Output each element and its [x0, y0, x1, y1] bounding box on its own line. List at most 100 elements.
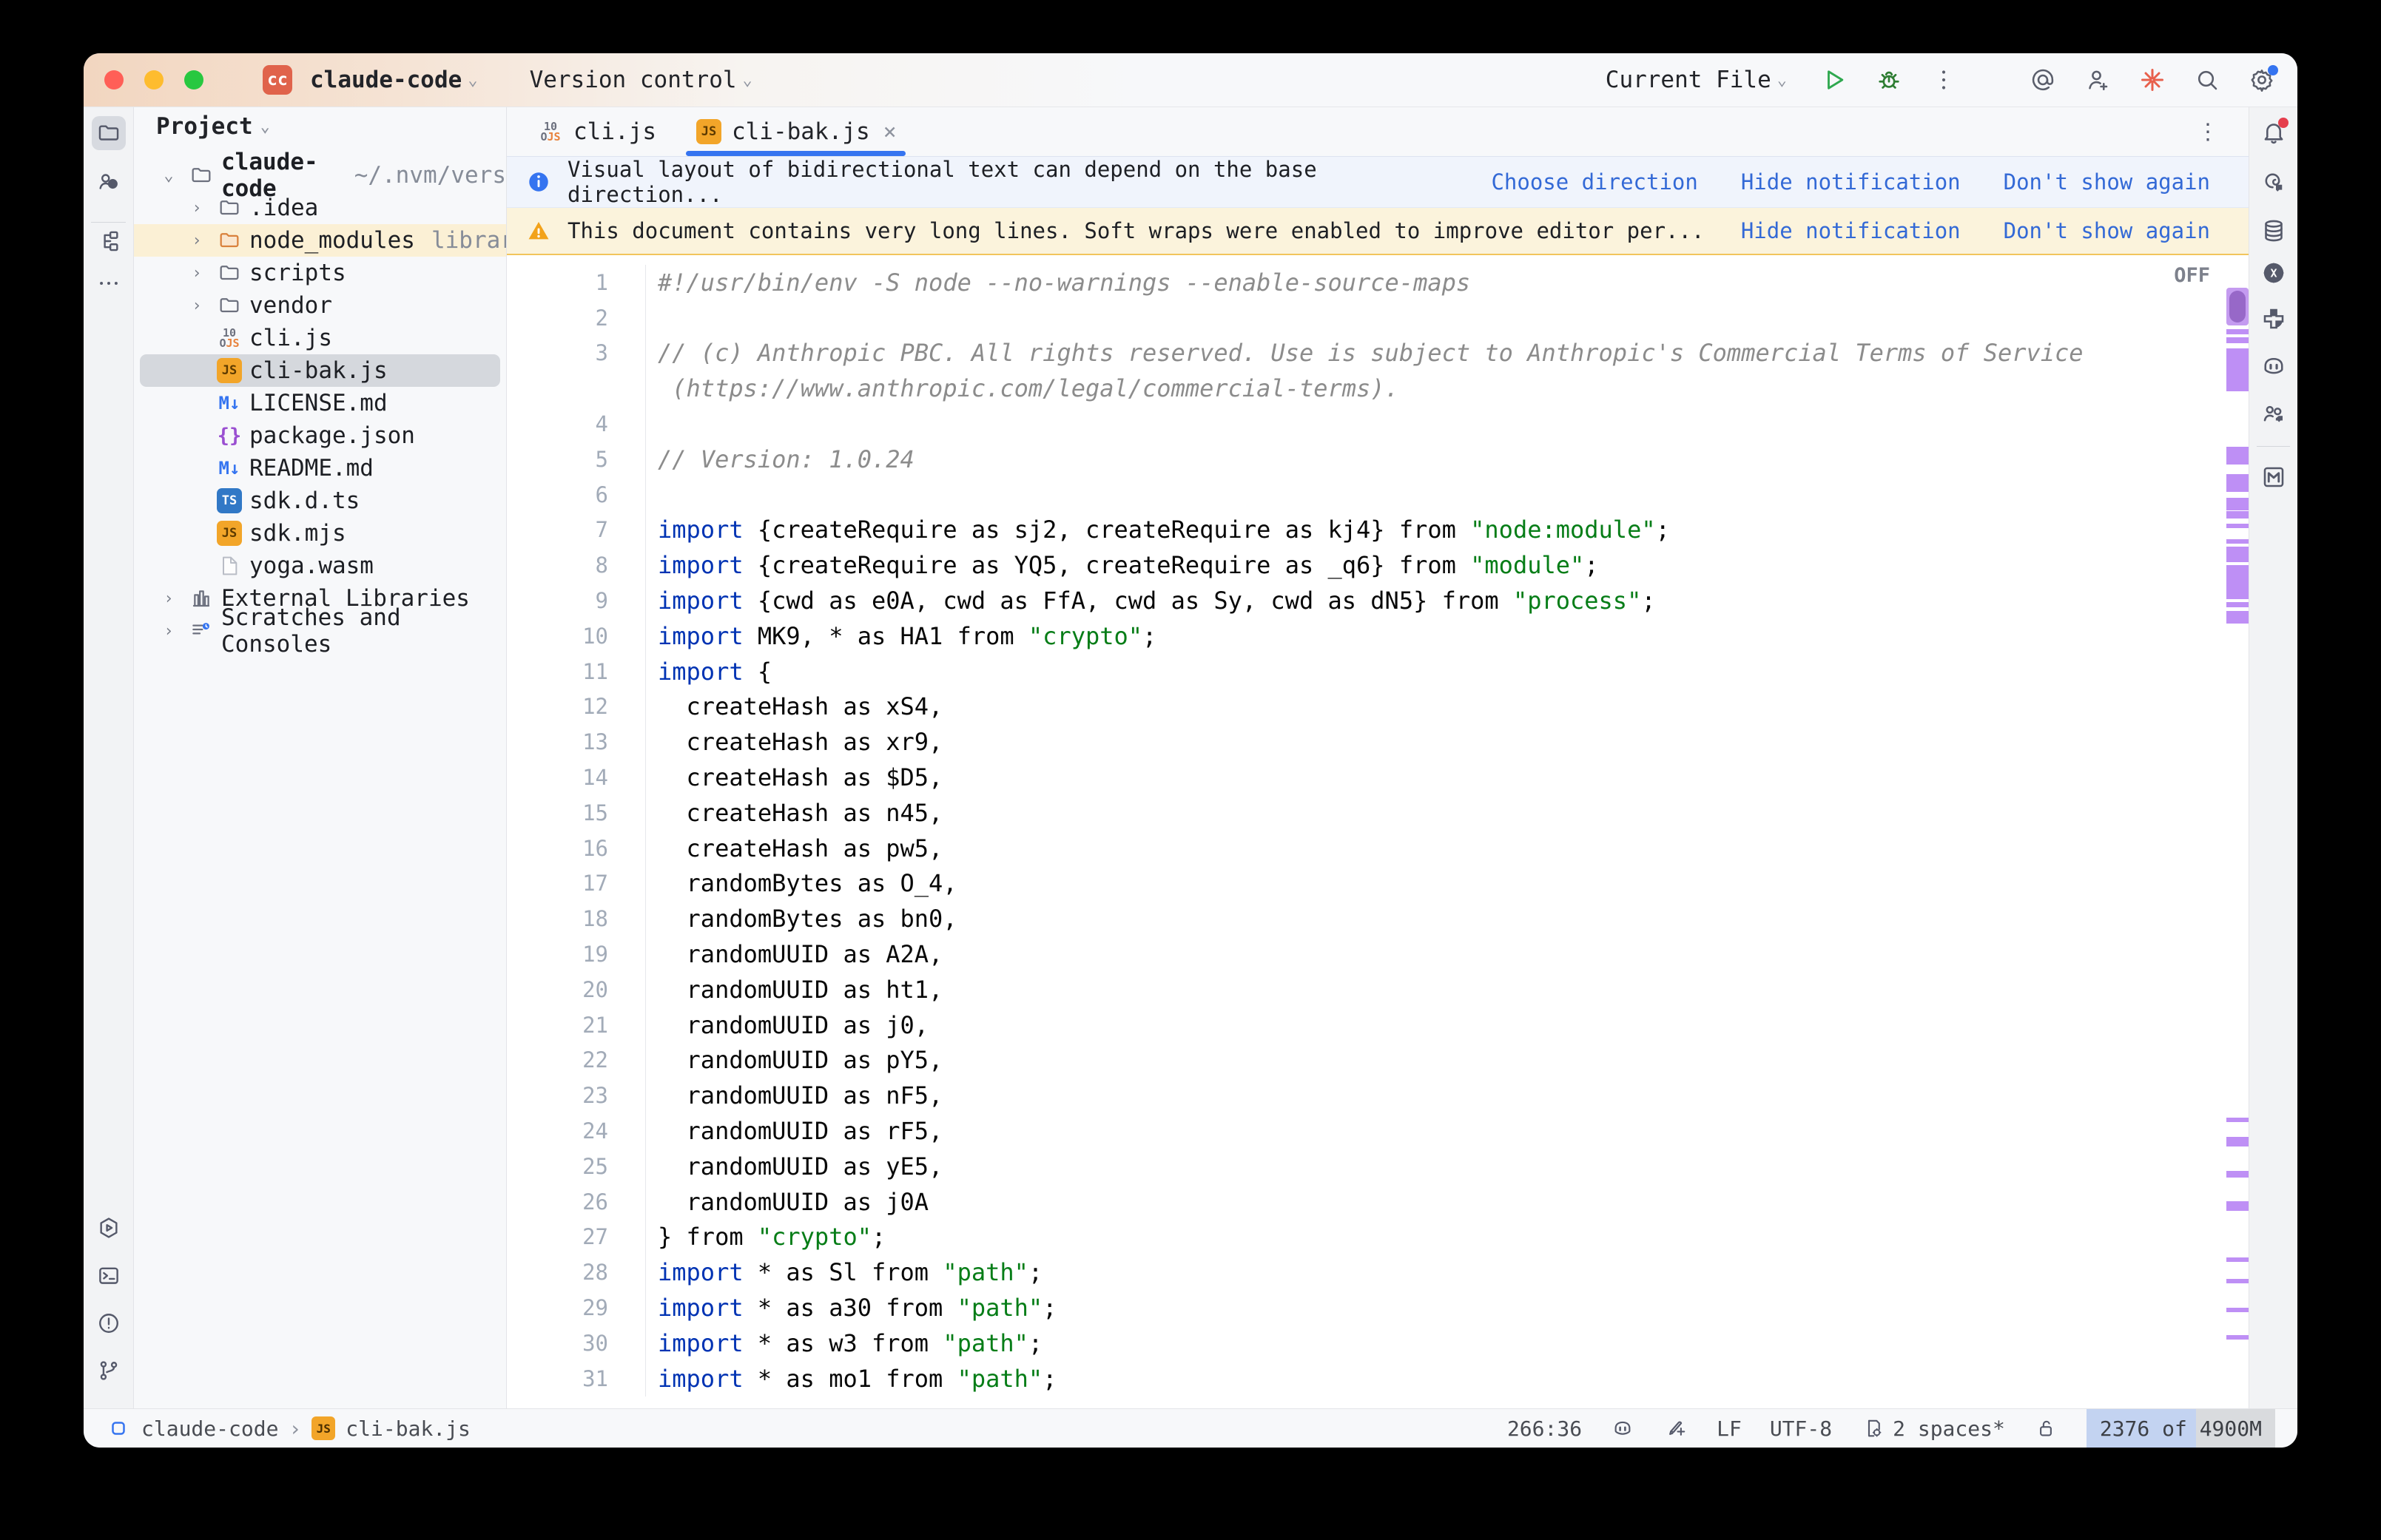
tree-row[interactable]: ›vendor [134, 289, 506, 322]
debug-icon[interactable] [1874, 65, 1904, 95]
change-mark [2226, 1201, 2249, 1211]
code-line: 22 randomUUID as pY5, [507, 1043, 2249, 1078]
ai-burst-icon[interactable] [2138, 65, 2167, 95]
tree-row[interactable]: M↓README.md [134, 452, 506, 484]
tab-options-icon[interactable]: ⋮ [2197, 107, 2219, 156]
code-line: 18 randomBytes as bn0, [507, 901, 2249, 936]
code-line: 14 createHash as $D5, [507, 760, 2249, 795]
structure-icon[interactable] [92, 224, 126, 258]
minimize-window-button[interactable] [144, 70, 164, 90]
tree-row[interactable]: yoga.wasm [134, 550, 506, 582]
zoom-window-button[interactable] [184, 70, 203, 90]
code-text: #!/usr/bin/env -S node --no-warnings --e… [646, 269, 1470, 297]
copilot-icon[interactable] [2257, 350, 2290, 382]
breadcrumb-project[interactable]: claude-code [141, 1416, 278, 1441]
code-editor[interactable]: OFF 1#!/usr/bin/env -S node --no-warning… [507, 255, 2249, 1408]
ai-assistant-icon[interactable] [2257, 166, 2290, 198]
services-icon[interactable] [92, 1211, 126, 1245]
project-folder-icon[interactable] [92, 116, 126, 150]
more-vertical-icon[interactable] [1929, 65, 1959, 95]
more-horizontal-icon[interactable] [92, 266, 126, 300]
tree-row[interactable]: ›scripts [134, 257, 506, 289]
tree-row[interactable]: {}package.json [134, 419, 506, 452]
line-number: 15 [507, 795, 646, 831]
banner-action-link[interactable]: Hide notification [1741, 218, 1961, 243]
tree-row[interactable]: ›Scratches and Consoles [134, 615, 506, 647]
database-icon[interactable] [2257, 215, 2290, 247]
line-number: 27 [507, 1220, 646, 1255]
line-number: 14 [507, 760, 646, 795]
settings-gear-icon[interactable] [2247, 65, 2277, 95]
change-mark [2226, 1308, 2249, 1312]
tree-row[interactable]: M↓LICENSE.md [134, 387, 506, 419]
chevron-down-icon[interactable]: ⌄ [156, 166, 181, 185]
code-line: 25 randomUUID as yE5, [507, 1149, 2249, 1184]
tab-cli.js[interactable]: 10OJScli.js [517, 107, 676, 156]
code-with-me-icon[interactable] [2257, 398, 2290, 430]
code-text: randomUUID as A2A, [646, 940, 943, 968]
chevron-right-icon[interactable]: › [184, 199, 209, 217]
git-branch-icon[interactable] [92, 1354, 126, 1388]
x-circle-icon[interactable]: X [2257, 257, 2290, 289]
terminal-icon[interactable] [92, 1259, 126, 1293]
banner-action-link[interactable]: Hide notification [1741, 169, 1961, 195]
run-icon[interactable] [1819, 65, 1849, 95]
problems-icon[interactable] [92, 1306, 126, 1340]
code-text: } from "crypto"; [646, 1223, 886, 1251]
caret-position[interactable]: 266:36 [1507, 1416, 1582, 1441]
close-window-button[interactable] [104, 70, 124, 90]
change-mark [2226, 1335, 2249, 1340]
tree-row[interactable]: ›node_moduleslibrary [134, 224, 506, 257]
at-icon[interactable] [2028, 65, 2058, 95]
vcs-help-icon[interactable]: ? [92, 165, 126, 199]
banner-action-link[interactable]: Don't show again [2004, 169, 2210, 195]
notifications-bell-icon[interactable] [2257, 116, 2290, 149]
encoding-selector[interactable]: UTF-8 [1770, 1416, 1832, 1441]
code-text: import * as w3 from "path"; [646, 1329, 1043, 1357]
js-file-icon: JS [311, 1416, 335, 1440]
code-line: 9import {cwd as e0A, cwd as FfA, cwd as … [507, 583, 2249, 618]
activity-bar: ? [84, 107, 134, 1408]
code-line: 4 [507, 406, 2249, 442]
markdown-plugin-icon[interactable] [2257, 461, 2290, 493]
soft-wrap-indicator[interactable]: OFF [2174, 264, 2210, 287]
project-panel-header[interactable]: Project ⌄ [156, 110, 270, 143]
breadcrumb-file[interactable]: cli-bak.js [346, 1416, 471, 1441]
tree-row[interactable]: 10OJScli.js [134, 322, 506, 354]
search-icon[interactable] [2192, 65, 2222, 95]
tree-row[interactable]: ⌄claude-code~/.nvm/vers [134, 159, 506, 192]
editor-scrollbar[interactable] [2226, 255, 2249, 1408]
right-tool-stripe: X [2249, 107, 2297, 1408]
vcs-widget[interactable]: Version control ⌄ [522, 67, 760, 93]
tree-row-content: M↓README.md [134, 454, 374, 482]
code-line: 27} from "crypto"; [507, 1220, 2249, 1255]
tree-row-content: ›scripts [134, 259, 346, 287]
banner-action-link[interactable]: Choose direction [1491, 169, 1697, 195]
tab-cli-bak.js[interactable]: JScli-bak.js× [676, 107, 916, 156]
dependency-icon[interactable] [2257, 303, 2290, 335]
banner-action-link[interactable]: Don't show again [2004, 218, 2210, 243]
chevron-right-icon[interactable]: › [184, 232, 209, 250]
copilot-status-icon[interactable] [1610, 1416, 1635, 1441]
tree-row[interactable]: JScli-bak.js [134, 354, 506, 387]
ts-icon: TS [215, 487, 243, 515]
line-ending-selector[interactable]: LF [1717, 1416, 1742, 1441]
highlighting-off-icon[interactable] [1663, 1416, 1688, 1441]
line-number: 24 [507, 1113, 646, 1149]
chevron-right-icon[interactable]: › [184, 264, 209, 283]
breadcrumb-separator: › [289, 1416, 301, 1441]
tree-row[interactable]: TSsdk.d.ts [134, 484, 506, 517]
project-widget[interactable]: claude-code ⌄ [303, 67, 485, 93]
line-number: 4 [507, 406, 646, 442]
chevron-right-icon[interactable]: › [184, 297, 209, 315]
memory-indicator[interactable]: 2376 of 4900M [2087, 1409, 2275, 1448]
chevron-right-icon[interactable]: › [156, 622, 181, 641]
tree-row[interactable]: JSsdk.mjs [134, 517, 506, 550]
line-number: 23 [507, 1078, 646, 1113]
run-configuration-selector[interactable]: Current File ⌄ [1598, 67, 1794, 93]
indent-selector[interactable]: 2 spaces* [1860, 1416, 2005, 1441]
lock-open-icon[interactable] [2033, 1416, 2058, 1441]
close-tab-icon[interactable]: × [883, 119, 897, 145]
add-user-icon[interactable] [2083, 65, 2112, 95]
js-icon: JS [215, 519, 243, 547]
